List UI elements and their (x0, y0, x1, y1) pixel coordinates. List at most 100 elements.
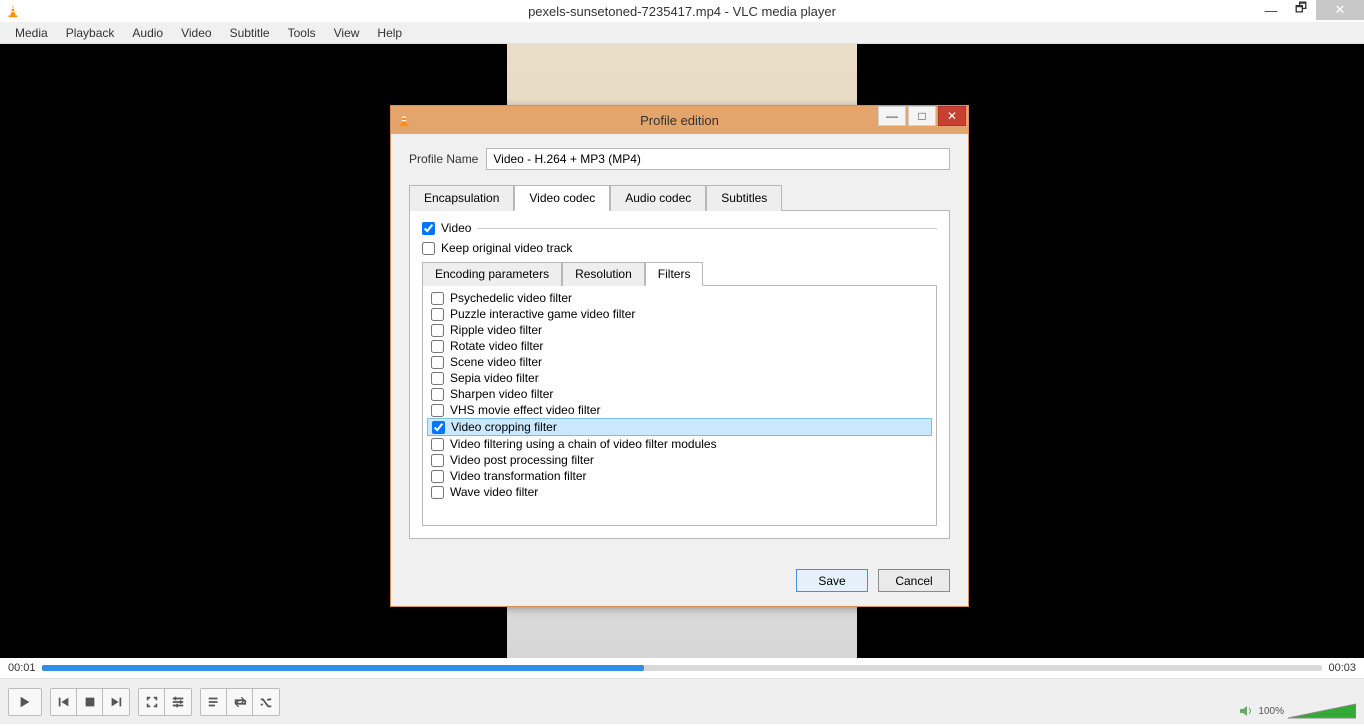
menu-tools[interactable]: Tools (279, 24, 325, 42)
profile-name-row: Profile Name (409, 148, 950, 170)
menu-view[interactable]: View (325, 24, 369, 42)
window-title: pexels-sunsetoned-7235417.mp4 - VLC medi… (0, 4, 1364, 19)
video-group-label: Video (441, 221, 937, 235)
volume-slider[interactable] (1288, 702, 1356, 720)
filter-item[interactable]: Video cropping filter (427, 418, 932, 436)
tab-video-codec[interactable]: Video codec (514, 185, 610, 211)
filter-checkbox[interactable] (431, 454, 444, 467)
filter-item[interactable]: Video transformation filter (427, 468, 932, 484)
filter-item[interactable]: Rotate video filter (427, 338, 932, 354)
seek-slider[interactable] (42, 665, 1323, 671)
minimize-button[interactable]: — (1256, 0, 1286, 20)
dialog-minimize-button[interactable]: — (878, 106, 906, 126)
filter-item[interactable]: VHS movie effect video filter (427, 402, 932, 418)
seekbar-row: 00:01 00:03 (0, 658, 1364, 678)
filter-item[interactable]: Psychedelic video filter (427, 290, 932, 306)
profile-edition-dialog: Profile edition — □ ✕ Profile Name Encap… (390, 105, 969, 607)
subtab-resolution[interactable]: Resolution (562, 262, 645, 286)
menu-audio[interactable]: Audio (123, 24, 172, 42)
filter-checkbox[interactable] (431, 470, 444, 483)
menu-video[interactable]: Video (172, 24, 220, 42)
view-group (138, 688, 192, 716)
window-buttons: — 🗗 ✕ (1256, 0, 1364, 20)
filter-label: Wave video filter (450, 485, 538, 499)
filter-label: Psychedelic video filter (450, 291, 572, 305)
fullscreen-button[interactable] (139, 689, 165, 715)
prev-button[interactable] (51, 689, 77, 715)
close-button[interactable]: ✕ (1316, 0, 1364, 20)
tab-encapsulation[interactable]: Encapsulation (409, 185, 514, 211)
menu-help[interactable]: Help (368, 24, 411, 42)
filter-label: Video transformation filter (450, 469, 587, 483)
filters-list[interactable]: Psychedelic video filter Puzzle interacti… (422, 286, 937, 526)
filter-checkbox[interactable] (431, 486, 444, 499)
filter-item[interactable]: Scene video filter (427, 354, 932, 370)
filter-item[interactable]: Video filtering using a chain of video f… (427, 436, 932, 452)
video-checkbox[interactable] (422, 222, 435, 235)
next-button[interactable] (103, 689, 129, 715)
volume-area: 100% (1238, 702, 1356, 720)
main-tabs: Encapsulation Video codec Audio codec Su… (409, 184, 950, 211)
filter-label: Sepia video filter (450, 371, 539, 385)
filter-label: VHS movie effect video filter (450, 403, 601, 417)
tab-content: Video Keep original video track Encoding… (409, 211, 950, 539)
video-check-row: Video (422, 221, 937, 235)
play-group (8, 688, 42, 716)
filter-item[interactable]: Ripple video filter (427, 322, 932, 338)
filter-checkbox[interactable] (431, 388, 444, 401)
filter-item[interactable]: Wave video filter (427, 484, 932, 500)
dialog-titlebar[interactable]: Profile edition — □ ✕ (391, 106, 968, 134)
filter-checkbox[interactable] (432, 421, 445, 434)
controls-row: 100% (0, 678, 1364, 724)
filter-checkbox[interactable] (431, 324, 444, 337)
play-button[interactable] (9, 689, 41, 715)
seek-fill (42, 665, 644, 671)
cancel-button[interactable]: Cancel (878, 569, 950, 592)
ext-settings-button[interactable] (165, 689, 191, 715)
loop-button[interactable] (227, 689, 253, 715)
subtab-filters[interactable]: Filters (645, 262, 704, 286)
filter-item[interactable]: Sharpen video filter (427, 386, 932, 402)
keep-original-label: Keep original video track (441, 241, 572, 255)
menu-media[interactable]: Media (6, 24, 57, 42)
filter-item[interactable]: Puzzle interactive game video filter (427, 306, 932, 322)
profile-name-input[interactable] (486, 148, 950, 170)
time-elapsed[interactable]: 00:01 (8, 662, 36, 674)
filter-checkbox[interactable] (431, 340, 444, 353)
menu-subtitle[interactable]: Subtitle (221, 24, 279, 42)
filter-checkbox[interactable] (431, 356, 444, 369)
save-button[interactable]: Save (796, 569, 868, 592)
speaker-icon[interactable] (1238, 703, 1254, 719)
filter-checkbox[interactable] (431, 438, 444, 451)
tab-audio-codec[interactable]: Audio codec (610, 185, 706, 211)
tab-subtitles[interactable]: Subtitles (706, 185, 782, 211)
keep-original-checkbox[interactable] (422, 242, 435, 255)
dialog-buttons: Save Cancel (409, 569, 950, 592)
menu-playback[interactable]: Playback (57, 24, 124, 42)
volume-percent: 100% (1258, 706, 1284, 717)
filter-label: Video post processing filter (450, 453, 594, 467)
menu-bar: Media Playback Audio Video Subtitle Tool… (0, 22, 1364, 44)
filter-label: Puzzle interactive game video filter (450, 307, 635, 321)
filter-checkbox[interactable] (431, 404, 444, 417)
time-total[interactable]: 00:03 (1328, 662, 1356, 674)
filter-checkbox[interactable] (431, 292, 444, 305)
filter-item[interactable]: Sepia video filter (427, 370, 932, 386)
playlist-button[interactable] (201, 689, 227, 715)
subtab-encoding[interactable]: Encoding parameters (422, 262, 562, 286)
filter-item[interactable]: Video post processing filter (427, 452, 932, 468)
filter-checkbox[interactable] (431, 308, 444, 321)
filter-checkbox[interactable] (431, 372, 444, 385)
dialog-body: Profile Name Encapsulation Video codec A… (391, 134, 968, 606)
shuffle-button[interactable] (253, 689, 279, 715)
main-titlebar: pexels-sunsetoned-7235417.mp4 - VLC medi… (0, 0, 1364, 22)
maximize-button[interactable]: 🗗 (1286, 0, 1316, 20)
skip-group (50, 688, 130, 716)
filter-label: Rotate video filter (450, 339, 543, 353)
dialog-maximize-button[interactable]: □ (908, 106, 936, 126)
filter-label: Video cropping filter (451, 420, 557, 434)
profile-name-label: Profile Name (409, 152, 478, 166)
dialog-close-button[interactable]: ✕ (938, 106, 966, 126)
stop-button[interactable] (77, 689, 103, 715)
filter-label: Video filtering using a chain of video f… (450, 437, 717, 451)
